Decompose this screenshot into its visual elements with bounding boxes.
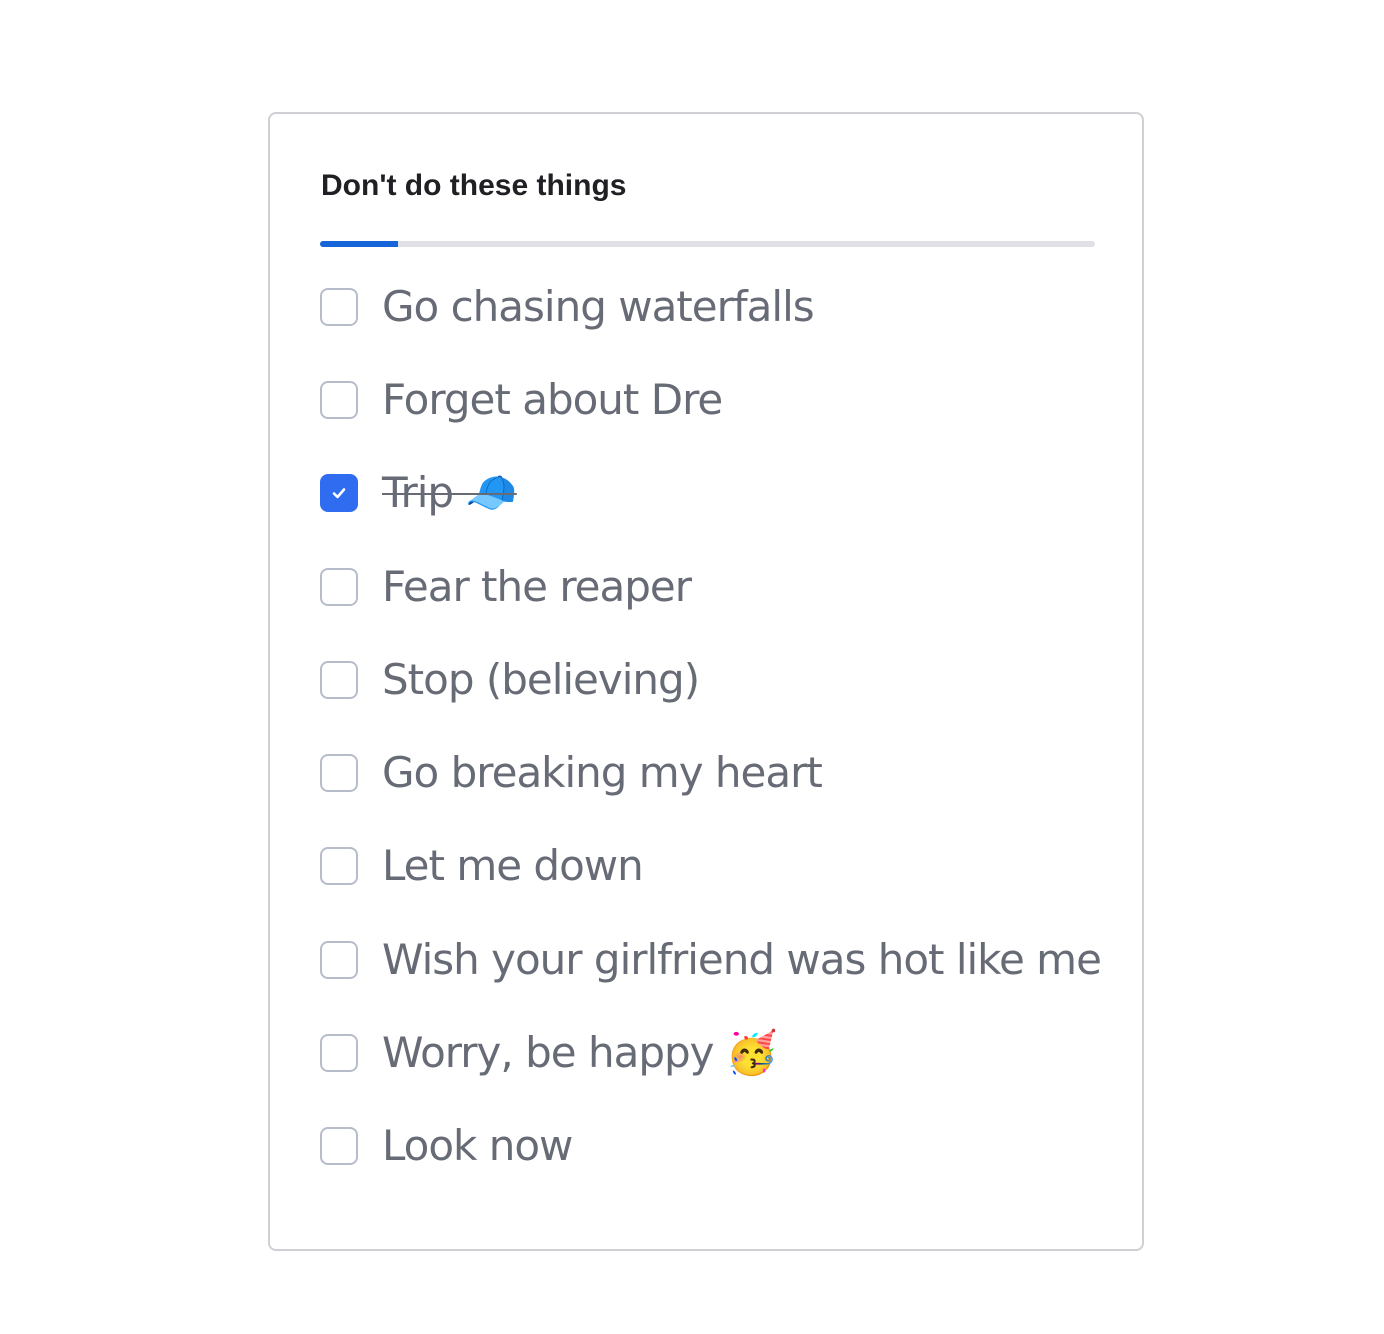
todo-label: Let me down <box>382 841 644 891</box>
todo-checkbox[interactable] <box>320 847 358 886</box>
todo-item[interactable]: Worry, be happy 🥳 <box>320 1006 1120 1099</box>
progress-bar <box>320 241 1095 247</box>
todo-label: Worry, be happy 🥳 <box>382 1028 778 1078</box>
todo-list: Go chasing waterfalls Forget about Dre T… <box>320 260 1120 1193</box>
todo-checkbox[interactable] <box>320 287 358 326</box>
todo-checkbox[interactable] <box>320 380 358 419</box>
todo-label: Trip 🧢 <box>382 468 518 518</box>
checkmark-icon <box>332 488 346 499</box>
todo-item[interactable]: Go breaking my heart <box>320 726 1120 819</box>
todo-item[interactable]: Go chasing waterfalls <box>320 260 1120 353</box>
todo-label: Wish your girlfriend was hot like me <box>382 934 1102 984</box>
todo-label: Go chasing waterfalls <box>382 281 815 331</box>
todo-label: Go breaking my heart <box>382 748 823 798</box>
todo-item[interactable]: Wish your girlfriend was hot like me <box>320 913 1120 1006</box>
card-title: Don't do these things <box>321 169 627 202</box>
todo-checkbox[interactable] <box>320 660 358 699</box>
todo-checkbox[interactable] <box>320 940 358 979</box>
todo-checkbox[interactable] <box>320 567 358 606</box>
todo-checkbox[interactable] <box>320 1127 358 1166</box>
todo-item[interactable]: Forget about Dre <box>320 353 1120 446</box>
todo-label: Look now <box>382 1121 573 1171</box>
todo-checkbox[interactable] <box>320 754 358 793</box>
todo-checkbox[interactable] <box>320 1034 358 1073</box>
todo-item[interactable]: Stop (believing) <box>320 633 1120 726</box>
todo-label: Forget about Dre <box>382 374 723 424</box>
todo-item[interactable]: Trip 🧢 <box>320 447 1120 540</box>
progress-bar-fill <box>320 241 398 247</box>
todo-item[interactable]: Look now <box>320 1100 1120 1193</box>
todo-card: Don't do these things Go chasing waterfa… <box>268 112 1144 1251</box>
todo-label: Stop (believing) <box>382 654 700 704</box>
todo-item[interactable]: Fear the reaper <box>320 540 1120 633</box>
todo-item[interactable]: Let me down <box>320 820 1120 913</box>
todo-label: Fear the reaper <box>382 561 692 611</box>
todo-checkbox[interactable] <box>320 474 358 513</box>
